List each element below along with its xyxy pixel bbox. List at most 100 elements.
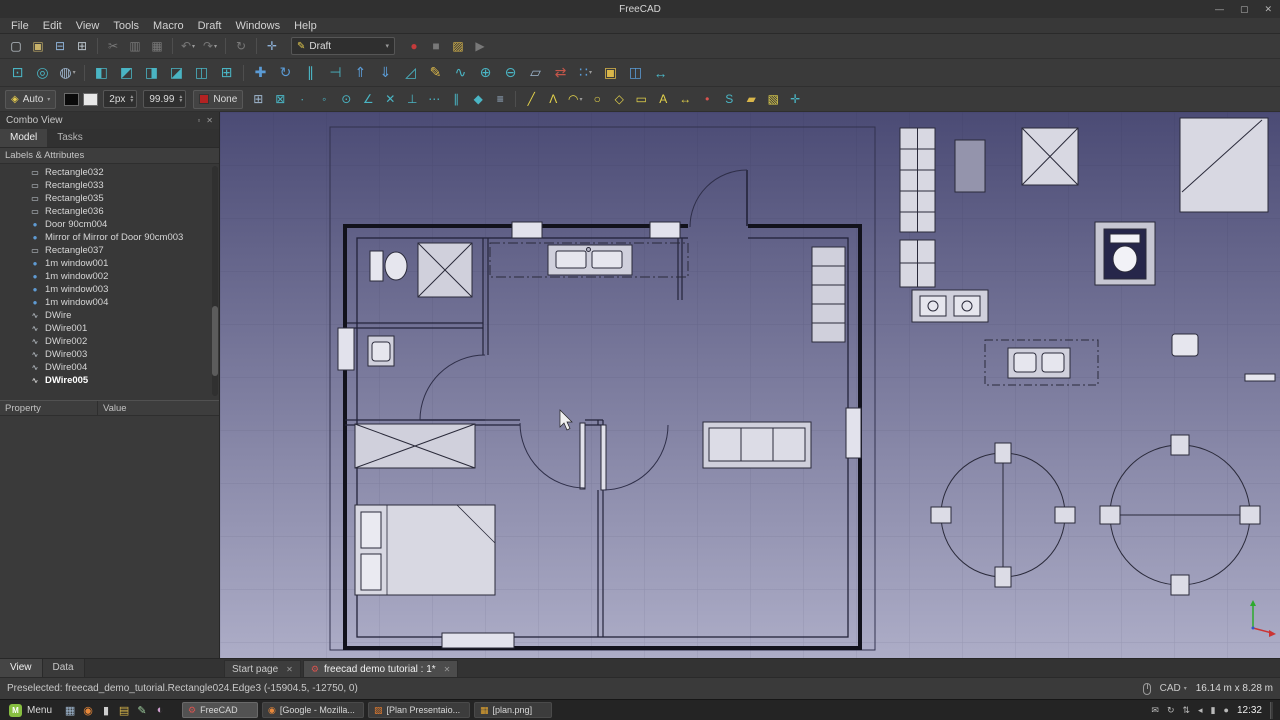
tree-item[interactable]: ● Door 90cm004 — [0, 218, 219, 231]
tree-item[interactable]: ∿ DWire002 — [0, 335, 219, 348]
tree-item[interactable]: ▭ Rectangle036 — [0, 205, 219, 218]
tree-scrollbar[interactable] — [212, 166, 218, 396]
wardrobe[interactable] — [354, 423, 476, 469]
tray-battery-icon[interactable]: ▮ — [1211, 705, 1216, 716]
panel-tab[interactable]: Model — [0, 129, 48, 147]
tab-close-icon[interactable]: ✕ — [286, 665, 293, 674]
fit-all-icon[interactable]: ⊡ — [5, 61, 30, 84]
tree-item[interactable]: ▭ Rectangle033 — [0, 179, 219, 192]
couch[interactable] — [702, 421, 812, 469]
view-axonometric-icon[interactable]: ⊞ — [214, 61, 239, 84]
files-icon[interactable]: ▤ — [115, 701, 133, 719]
minimize-button[interactable]: — — [1215, 4, 1224, 14]
paste-icon[interactable]: ▦ — [146, 36, 168, 56]
face-color-swatch[interactable] — [83, 92, 99, 106]
macro-dialog-icon[interactable]: ▨ — [447, 36, 469, 56]
fill-mode-button[interactable]: None — [193, 89, 244, 109]
menu-item[interactable]: Tools — [106, 20, 146, 32]
autogroup-button[interactable]: ◈ Auto ▾ — [5, 89, 57, 109]
media-icon[interactable]: ◐ — [151, 701, 169, 719]
draft-to-sketch-icon[interactable]: ⇄ — [548, 61, 573, 84]
tree-item[interactable]: ∿ DWire005 — [0, 374, 219, 387]
menu-item[interactable]: Macro — [146, 20, 191, 32]
snap-angle-icon[interactable]: ∠ — [357, 89, 379, 109]
rectangle-icon[interactable]: ▭ — [630, 89, 652, 109]
task-freecad[interactable]: ⚙ FreeCAD — [182, 702, 259, 718]
document-tab[interactable]: Start page ✕ — [224, 660, 301, 677]
working-plane-icon[interactable]: ✛ — [784, 89, 806, 109]
snap-intersection-icon[interactable]: ✕ — [379, 89, 401, 109]
trim-icon[interactable]: ⊣ — [323, 61, 348, 84]
arc-icon[interactable]: ◠ — [564, 89, 586, 109]
clone-icon[interactable]: ▣ — [598, 61, 623, 84]
tree-item[interactable]: ∿ DWire003 — [0, 348, 219, 361]
tray-update-icon[interactable]: ↻ — [1167, 705, 1175, 716]
snap-midpoint-icon[interactable]: ◦ — [313, 89, 335, 109]
cut-icon[interactable]: ✂ — [102, 36, 124, 56]
dimension-icon[interactable]: ↔ — [674, 89, 696, 109]
snap-parallel-icon[interactable]: ∥ — [445, 89, 467, 109]
snap-center-icon[interactable]: ⊙ — [335, 89, 357, 109]
tray-user-icon[interactable]: ● — [1224, 705, 1229, 715]
tray-mail-icon[interactable]: ✉ — [1151, 705, 1159, 716]
view-right-icon[interactable]: ◨ — [139, 61, 164, 84]
toolbar-icon[interactable] — [172, 38, 173, 54]
macro-record-icon[interactable]: ● — [403, 36, 425, 56]
menu-item[interactable]: Help — [287, 20, 324, 32]
view-rear-icon[interactable]: ◪ — [164, 61, 189, 84]
scrollbar-thumb[interactable] — [212, 306, 218, 376]
line-icon[interactable]: ╱ — [520, 89, 542, 109]
redo-icon[interactable]: ↷ — [199, 36, 221, 56]
refresh-icon[interactable]: ↻ — [230, 36, 252, 56]
staging-toilet[interactable] — [1094, 221, 1156, 286]
rotate-icon[interactable]: ↻ — [273, 61, 298, 84]
staging-sink-counter[interactable] — [911, 289, 989, 323]
panel-tab[interactable]: Tasks — [47, 129, 93, 147]
toolbar-icon[interactable] — [225, 38, 226, 54]
staging-shower[interactable] — [1021, 127, 1079, 186]
workbench-selector[interactable]: ✎ Draft ▾ — [291, 37, 395, 55]
toolbar-icon[interactable] — [243, 64, 244, 81]
new-document-icon[interactable]: ▢ — [5, 36, 27, 56]
open-document-icon[interactable]: ▣ — [27, 36, 49, 56]
show-desktop-edge[interactable] — [1270, 701, 1273, 719]
remove-point-icon[interactable]: ⊖ — [498, 61, 523, 84]
snap-special-icon[interactable]: ◆ — [467, 89, 489, 109]
tray-network-icon[interactable]: ⇅ — [1183, 705, 1191, 716]
hatch-icon[interactable]: ▧ — [762, 89, 784, 109]
panel-bottom-tab[interactable]: Data — [42, 659, 85, 677]
close-panel-icon[interactable]: ✕ — [206, 116, 213, 125]
toggle-grid-icon[interactable]: ⊞ — [247, 89, 269, 109]
taskbar-clock[interactable]: 12:32 — [1237, 705, 1262, 716]
line-color-swatch[interactable] — [64, 92, 80, 106]
snap-extension-icon[interactable]: ⋯ — [423, 89, 445, 109]
fit-selection-icon[interactable]: ◎ — [30, 61, 55, 84]
save-icon[interactable]: ⊟ — [49, 36, 71, 56]
snap-perpendicular-icon[interactable]: ⊥ — [401, 89, 423, 109]
snap-lock-icon[interactable]: ⊠ — [269, 89, 291, 109]
offset-icon[interactable]: ∥ — [298, 61, 323, 84]
upgrade-icon[interactable]: ⇑ — [348, 61, 373, 84]
tree-item[interactable]: ∿ DWire — [0, 309, 219, 322]
snap-near-icon[interactable]: ≡ — [489, 89, 511, 109]
task-image[interactable]: ▦ [plan.png] — [474, 702, 553, 718]
copy-icon[interactable]: ▥ — [124, 36, 146, 56]
task-firefox[interactable]: ◉ [Google - Mozilla... — [262, 702, 365, 718]
macro-stop-icon[interactable]: ■ — [425, 36, 447, 56]
3d-viewport[interactable] — [220, 112, 1280, 658]
point-icon[interactable]: • — [696, 89, 718, 109]
mirror-icon[interactable]: ◫ — [623, 61, 648, 84]
text-editor-icon[interactable]: ✎ — [133, 701, 151, 719]
shape-2d-view-icon[interactable]: ▱ — [523, 61, 548, 84]
tree-item[interactable]: ▭ Rectangle037 — [0, 244, 219, 257]
snap-endpoint-icon[interactable]: ∙ — [291, 89, 313, 109]
draw-style-icon[interactable]: ◍ — [55, 61, 80, 84]
close-button[interactable]: ✕ — [1264, 4, 1272, 15]
undo-icon[interactable]: ↶ — [177, 36, 199, 56]
task-impress[interactable]: ▨ [Plan Presentaio... — [368, 702, 471, 718]
print-icon[interactable]: ⊞ — [71, 36, 93, 56]
link-navigate-icon[interactable]: ✛ — [261, 36, 283, 56]
toolbar-icon[interactable] — [97, 38, 98, 54]
show-desktop-icon[interactable]: ▦ — [61, 701, 79, 719]
add-point-icon[interactable]: ⊕ — [473, 61, 498, 84]
